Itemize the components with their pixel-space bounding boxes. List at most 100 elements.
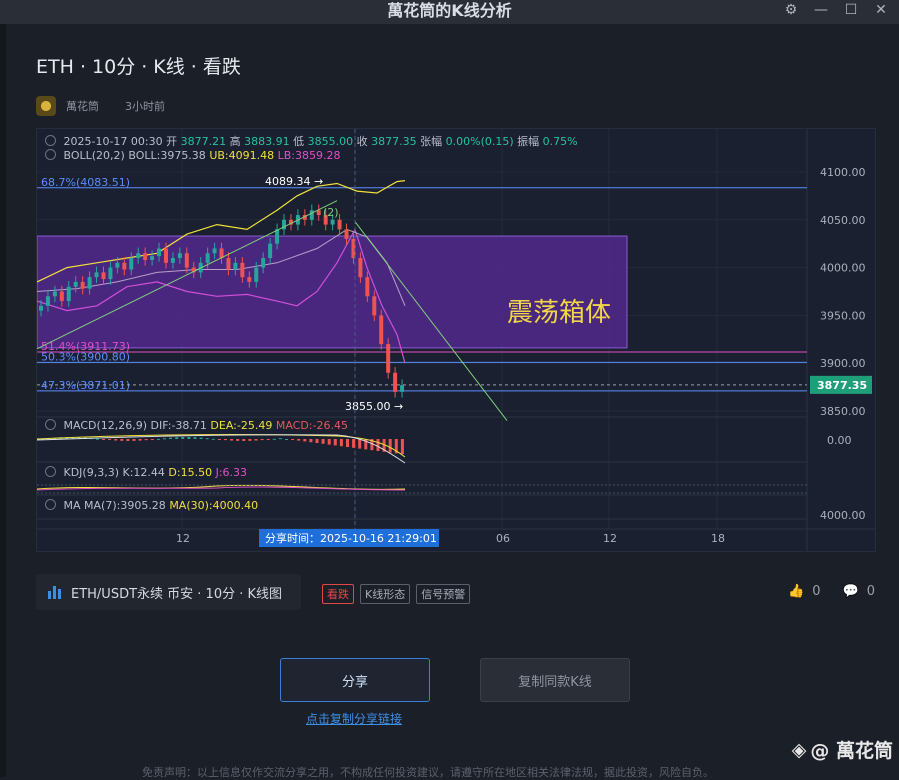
high-label: 高	[229, 135, 241, 148]
macd-bar	[352, 439, 356, 448]
price-tick: 3850.00	[820, 405, 866, 418]
macd-toggle-icon[interactable]	[45, 419, 56, 430]
post-time: 3小时前	[125, 100, 165, 113]
macd-name: MACD(12,26,9)	[63, 419, 148, 432]
tag-list: 看跌 K线形态 信号预警	[322, 584, 471, 604]
price-tick: 4050.00	[820, 214, 866, 227]
macd-bar	[309, 439, 313, 443]
macd-line: MACD(12,26,9) DIF:-38.71 DEA:-25.49 MACD…	[45, 419, 348, 432]
macd-bar	[224, 439, 227, 441]
chart-bars-icon	[48, 585, 61, 599]
macd-bar	[291, 439, 295, 440]
macd-bar	[95, 438, 99, 440]
kdj-toggle-icon[interactable]	[45, 466, 56, 477]
avatar[interactable]	[36, 96, 56, 116]
candle-body	[163, 248, 168, 263]
macd-bar	[333, 439, 337, 446]
kline-chart[interactable]: 震荡箱体 68.7%(4083.51) 51.4%(3911.73) 50.3%(39…	[36, 128, 876, 552]
macd-bar	[175, 437, 179, 439]
copy-kline-button[interactable]: 复制同款K线	[480, 658, 630, 702]
candle-body	[386, 344, 391, 373]
macd-dif: DIF:-38.71	[150, 419, 207, 432]
tag-alert[interactable]: 信号预警	[416, 584, 471, 604]
candle-body	[122, 262, 127, 270]
macd-bar	[272, 438, 276, 440]
macd-bar	[187, 437, 191, 439]
watermark-text: @ 萬花筒	[810, 740, 893, 762]
settings-icon[interactable]: ⚙	[783, 2, 799, 18]
like-count: 0	[812, 584, 821, 599]
boll-toggle-icon[interactable]	[45, 149, 56, 160]
macd-bar	[163, 438, 166, 440]
fib-label: 68.7%(4083.51)	[41, 176, 130, 189]
minimize-icon[interactable]: —	[813, 2, 829, 18]
wave-label: (2)	[323, 206, 339, 219]
price-tick: 3950.00	[820, 309, 866, 322]
fib-label: 50.3%(3900.80)	[41, 350, 130, 363]
macd-bar	[321, 439, 325, 444]
candle-body	[129, 258, 134, 270]
thumbs-up-icon: 👍	[788, 584, 805, 599]
macd-bar	[248, 439, 252, 441]
candle-body	[268, 243, 273, 259]
macd-bar	[236, 439, 240, 441]
macd-bar	[376, 439, 380, 451]
ma30-value: MA(30):4000.40	[169, 499, 259, 512]
author-name[interactable]: 萬花筒	[66, 98, 99, 114]
candle-body	[261, 258, 266, 268]
macd-bar	[132, 439, 136, 441]
macd-bar	[254, 439, 258, 441]
macd-bar	[102, 439, 105, 440]
high-marker: 4089.34 →	[265, 175, 323, 188]
maximize-icon[interactable]: ☐	[843, 2, 859, 18]
candle-body	[108, 267, 113, 280]
macd-bar	[285, 439, 288, 440]
comment-icon: 💬	[842, 584, 859, 599]
ma-toggle-icon[interactable]	[45, 499, 56, 510]
candle-body	[212, 248, 217, 254]
macd-bar	[120, 439, 124, 441]
candle-body	[247, 277, 252, 282]
candle-body	[177, 253, 182, 259]
open-value: 3877.21	[180, 135, 227, 148]
chart-canvas[interactable]: 震荡箱体68.7%(4083.51)51.4%(3911.73)50.3%(39…	[37, 129, 875, 551]
like-button[interactable]: 👍 0	[788, 584, 820, 599]
candle-body	[115, 262, 120, 268]
close-icon[interactable]: ✕	[873, 2, 889, 18]
ohlc-datetime: 2025-10-17 00:30	[63, 135, 163, 148]
kdj-line: KDJ(9,3,3) K:12.44 D:15.50 J:6.33	[45, 466, 247, 479]
diamond-logo-icon: ◈	[791, 738, 807, 761]
tag-pattern[interactable]: K线形态	[360, 584, 411, 604]
copy-link[interactable]: 点击复制分享链接	[280, 710, 428, 727]
candle-body	[358, 258, 363, 278]
macd-bar	[211, 438, 215, 440]
macd-bar	[278, 438, 282, 440]
candle-body	[66, 286, 71, 302]
candle-body	[157, 248, 162, 257]
instrument-card[interactable]: ETH/USDT永续 币安 · 10分 · K线图	[36, 574, 301, 610]
boll-lb: LB:3859.28	[277, 149, 341, 162]
macd-bar	[303, 439, 307, 442]
share-button[interactable]: 分享	[280, 658, 430, 702]
ma-tick: 4000.00	[820, 509, 866, 522]
candle-body	[52, 291, 57, 297]
reaction-bar: 👍 0 💬 0	[788, 584, 875, 599]
boll-line: BOLL(20,2) BOLL:3975.38 UB:4091.48 LB:38…	[45, 149, 340, 162]
high-value: 3883.91	[244, 135, 290, 148]
tag-bearish[interactable]: 看跌	[322, 584, 354, 604]
main-panel: ETH · 10分 · K线 · 看跌 萬花筒 3小时前 震荡箱体 68.7%(4…	[6, 24, 899, 779]
page-title: ETH · 10分 · K线 · 看跌	[36, 56, 241, 78]
macd-bar	[358, 439, 362, 449]
ma-line: MA MA(7):3905.28 MA(30):4000.40	[45, 499, 258, 512]
kdj-d: D:15.50	[168, 466, 213, 479]
candle-body	[372, 296, 377, 316]
price-tick: 3900.00	[820, 357, 866, 370]
info-toggle-icon[interactable]	[45, 135, 56, 146]
amp-label: 振幅	[517, 135, 540, 148]
price-tick: 4000.00	[820, 262, 866, 275]
share-time: 分享时间：2025-10-16 21:29:01	[265, 531, 437, 545]
macd-bar	[315, 439, 319, 443]
candle-body	[101, 272, 106, 280]
comment-button[interactable]: 💬 0	[843, 584, 875, 599]
candle-body	[170, 258, 175, 263]
